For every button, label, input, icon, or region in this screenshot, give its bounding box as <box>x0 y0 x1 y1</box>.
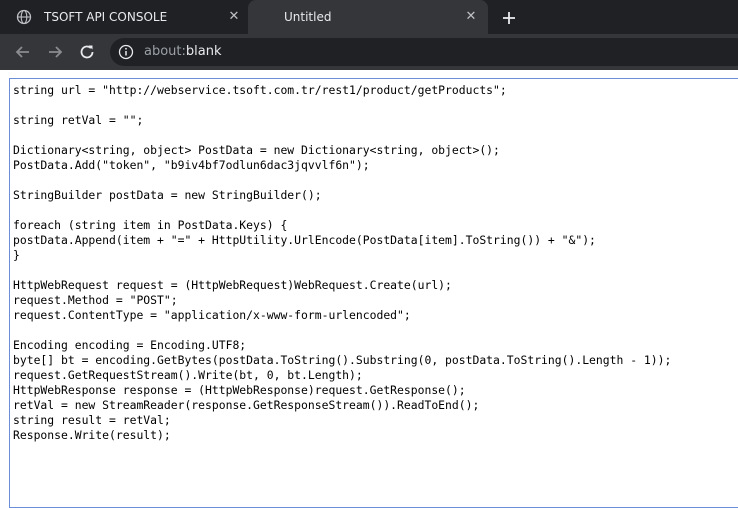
back-button[interactable] <box>12 41 34 63</box>
page-content: string url = "http://webservice.tsoft.co… <box>0 70 738 508</box>
code-line: string result = retVal; <box>13 413 171 427</box>
url-text[interactable]: about:blank <box>144 44 222 59</box>
code-line: StringBuilder postData = new StringBuild… <box>13 188 322 202</box>
code-textarea[interactable]: string url = "http://webservice.tsoft.co… <box>9 78 738 508</box>
tab-tsoft-api-console[interactable]: TSOFT API CONSOLE ✕ <box>0 0 248 34</box>
plus-icon <box>503 12 515 24</box>
code-line: postData.Append(item + "=" + HttpUtility… <box>13 233 596 247</box>
code-line: PostData.Add("token", "b9iv4bf7odlun6dac… <box>13 158 370 172</box>
tab-strip: TSOFT API CONSOLE ✕ Untitled ✕ <box>0 0 738 34</box>
code-line: retVal = new StreamReader(response.GetRe… <box>13 398 480 412</box>
tab-untitled[interactable]: Untitled ✕ <box>248 0 488 34</box>
url-host: blank <box>185 44 222 59</box>
code-line: request.GetRequestStream().Write(bt, 0, … <box>13 368 363 382</box>
new-tab-button[interactable] <box>498 7 520 29</box>
code-line: } <box>13 248 20 262</box>
code-line: string url = "http://webservice.tsoft.co… <box>13 83 507 97</box>
close-icon[interactable]: ✕ <box>463 9 479 25</box>
code-line: HttpWebRequest request = (HttpWebRequest… <box>13 278 452 292</box>
code-line: foreach (string item in PostData.Keys) { <box>13 218 288 232</box>
info-icon[interactable] <box>118 44 134 60</box>
browser-toolbar: about:blank <box>0 34 738 70</box>
code-line: Dictionary<string, object> PostData = ne… <box>13 143 500 157</box>
tab-title: Untitled <box>284 10 332 24</box>
globe-icon <box>16 9 32 25</box>
arrow-left-icon <box>15 46 29 58</box>
tab-title: TSOFT API CONSOLE <box>44 10 168 24</box>
code-line: request.ContentType = "application/x-www… <box>13 308 411 322</box>
reload-button[interactable] <box>76 41 98 63</box>
code-line: Encoding encoding = Encoding.UTF8; <box>13 338 247 352</box>
code-line: Response.Write(result); <box>13 428 171 442</box>
address-bar[interactable]: about:blank <box>110 38 738 66</box>
close-icon[interactable]: ✕ <box>226 9 242 25</box>
forward-button[interactable] <box>44 41 66 63</box>
url-scheme: about: <box>144 44 186 59</box>
reload-icon <box>80 45 94 59</box>
code-line: string retVal = ""; <box>13 113 144 127</box>
code-line: byte[] bt = encoding.GetBytes(postData.T… <box>13 353 672 367</box>
code-line: HttpWebResponse response = (HttpWebRespo… <box>13 383 466 397</box>
code-line: request.Method = "POST"; <box>13 293 178 307</box>
arrow-right-icon <box>49 46 63 58</box>
